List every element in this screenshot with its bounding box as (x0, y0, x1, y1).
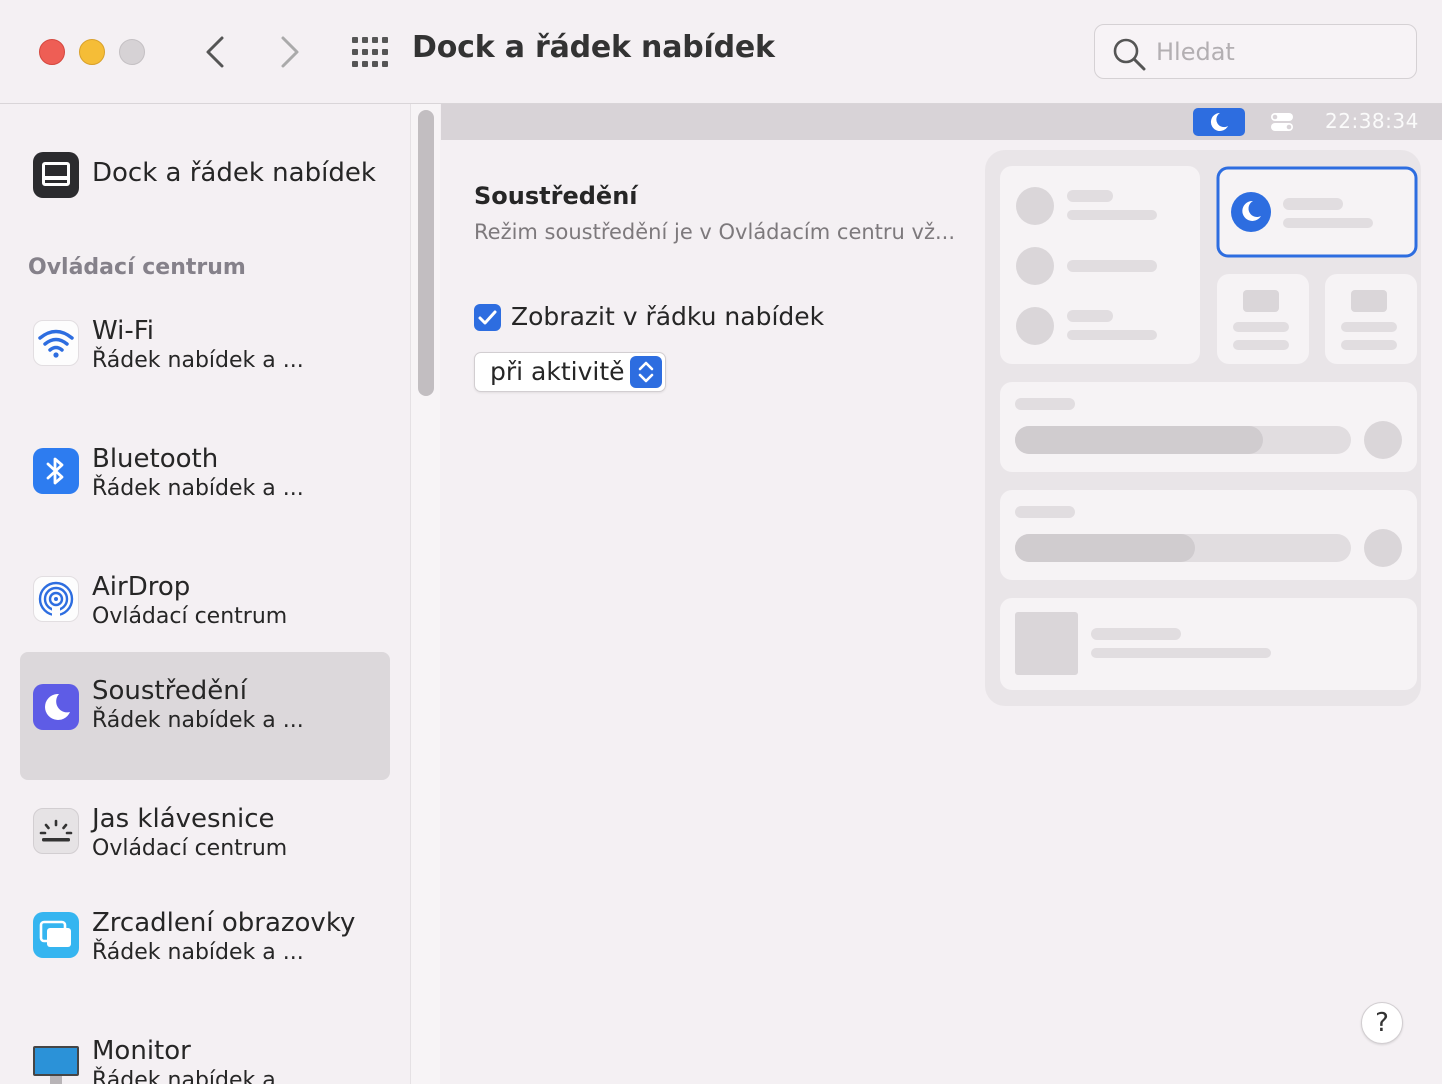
popup-value: při aktivitě (490, 357, 625, 386)
sidebar-item-title: Wi-Fi (92, 316, 155, 346)
show-in-menubar-label[interactable]: Zobrazit v řádku nabídek (511, 302, 824, 331)
moon-icon (1210, 112, 1228, 131)
grid-icon (352, 37, 388, 67)
moon-icon (33, 684, 79, 730)
menubar-preview: 22:38:34 (441, 104, 1442, 140)
sidebar-item-subtitle: Řádek nabídek a ... (92, 940, 304, 965)
monitor-icon (33, 1046, 79, 1084)
dock-icon (33, 152, 79, 198)
checkmark-icon (478, 310, 497, 325)
sidebar-item-monitor[interactable]: Monitor Řádek nabídek a ... (20, 1006, 390, 1084)
close-button[interactable] (39, 39, 65, 65)
show-in-menubar-checkbox[interactable] (474, 304, 501, 331)
zoom-button[interactable] (119, 39, 145, 65)
bluetooth-icon (33, 448, 79, 494)
back-button[interactable] (195, 32, 235, 72)
pane-title: Soustředění (474, 182, 638, 210)
visibility-popup[interactable]: při aktivitě (474, 352, 666, 392)
chevron-left-icon (206, 36, 224, 68)
help-button[interactable]: ? (1361, 1002, 1403, 1044)
search-icon (1113, 38, 1146, 71)
sidebar-item-title: Soustředění (92, 676, 247, 706)
sidebar-item-subtitle: Řádek nabídek a ... (92, 708, 304, 733)
sidebar-item-focus[interactable]: Soustředění Řádek nabídek a ... (20, 652, 390, 780)
screen-mirroring-icon (33, 912, 79, 958)
updown-chevron-icon (630, 356, 662, 388)
sidebar-item-subtitle: Řádek nabídek a ... (92, 476, 304, 501)
control-center-preview (985, 150, 1421, 706)
content-pane: 22:38:34 Soustředění Režim soustředění j… (441, 104, 1442, 1084)
sidebar-item-label: Dock a řádek nabídek (92, 158, 376, 188)
menubar-clock: 22:38:34 (1325, 109, 1419, 133)
pane-description: Režim soustředění je v Ovládacím centru … (474, 220, 956, 244)
sidebar-item-title: Jas klávesnice (92, 804, 275, 834)
sidebar-item-subtitle: Ovládací centrum (92, 836, 288, 861)
sidebar-item-title: Monitor (92, 1036, 191, 1066)
sidebar-item-wifi[interactable]: Wi-Fi Řádek nabídek a ... (20, 286, 390, 414)
sidebar-item-subtitle: Řádek nabídek a ... (92, 1068, 304, 1084)
window-title: Dock a řádek nabídek (412, 30, 775, 65)
sidebar-item-airdrop[interactable]: AirDrop Ovládací centrum (20, 542, 390, 670)
sidebar-item-title: Zrcadlení obrazovky (92, 908, 356, 938)
section-header: Ovládací centrum (28, 255, 246, 280)
title-bar: Dock a řádek nabídek Hledat (0, 0, 1442, 104)
sidebar-item-title: AirDrop (92, 572, 191, 602)
sidebar-scroll-thumb[interactable] (418, 110, 434, 396)
minimize-button[interactable] (79, 39, 105, 65)
wifi-icon (33, 320, 79, 366)
search-placeholder: Hledat (1156, 38, 1235, 66)
sidebar-item-title: Bluetooth (92, 444, 219, 474)
sidebar: Dock a řádek nabídek Ovládací centrum Wi… (0, 104, 410, 1084)
keyboard-brightness-icon (33, 808, 79, 854)
forward-button[interactable] (270, 32, 310, 72)
sidebar-item-subtitle: Ovládací centrum (92, 604, 288, 629)
sidebar-item-bluetooth[interactable]: Bluetooth Řádek nabídek a ... (20, 414, 390, 542)
control-center-icon (1256, 108, 1308, 136)
search-field[interactable]: Hledat (1094, 24, 1417, 79)
sidebar-item-subtitle: Řádek nabídek a ... (92, 348, 304, 373)
airdrop-icon (33, 576, 79, 622)
sidebar-item-screen-mirroring[interactable]: Zrcadlení obrazovky Řádek nabídek a ... (20, 878, 390, 1006)
menubar-focus-item (1193, 108, 1245, 136)
show-all-button[interactable] (350, 36, 392, 68)
chevron-right-icon (281, 36, 299, 68)
